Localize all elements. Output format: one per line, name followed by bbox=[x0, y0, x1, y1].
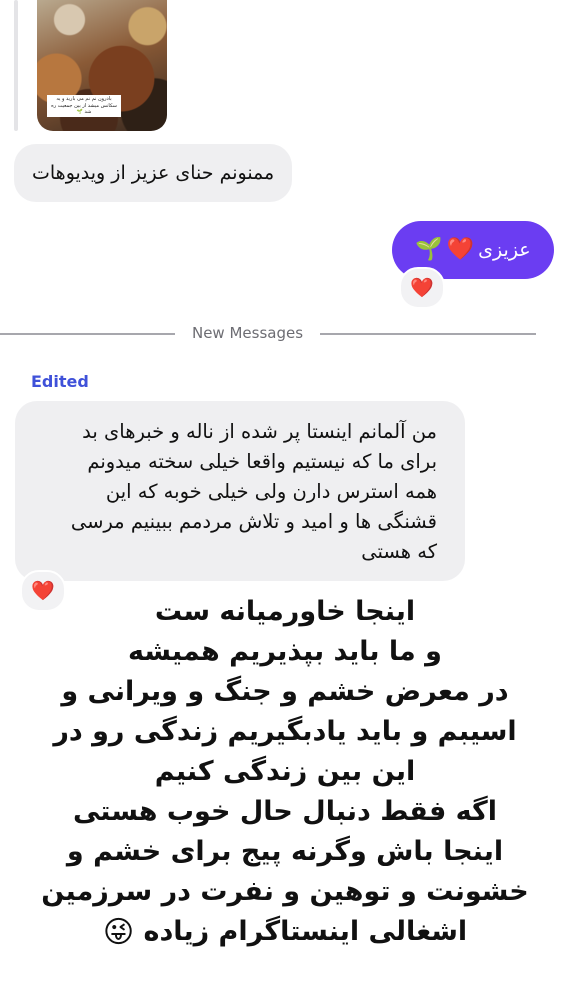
edited-label[interactable]: Edited bbox=[31, 372, 89, 391]
overlay-caption-text: اینجا خاورمیانه ست و ما باید بپذیریم همی… bbox=[10, 592, 560, 952]
heart-reaction-icon[interactable]: ❤️ bbox=[399, 267, 445, 309]
divider-line-left bbox=[0, 333, 175, 335]
overlay-line-last: اشغالی اینستاگرام زیاده 😜 bbox=[10, 912, 560, 952]
message-line: برای ما که نیستیم واقعا خیلی سخته میدونم bbox=[87, 450, 437, 473]
overlay-line: و ما باید بپذیریم همیشه bbox=[128, 636, 442, 667]
overlay-line: این بین زندگی کنیم bbox=[154, 756, 416, 787]
overlay-line: اینجا خاورمیانه ست bbox=[154, 596, 416, 627]
message-text: ممنونم حنای عزیز از ویدیوهات bbox=[32, 162, 275, 184]
overlay-line: اینجا باش وگرنه پیج برای خشم و bbox=[66, 836, 504, 867]
message-line: من آلمانم اینستا پر شده از ناله و خبرهای… bbox=[82, 420, 437, 443]
shared-video-thumbnail[interactable]: بادرون نم نم می بارید و یه سکانس میشد از… bbox=[37, 0, 167, 131]
message-line: که هستی bbox=[361, 540, 437, 563]
message-text: عزیزی bbox=[478, 239, 531, 261]
message-line: قشنگی ها و امید و تلاش مردمم ببینیم مرسی bbox=[70, 510, 437, 533]
overlay-line: خشونت و توهین و نفرت در سرزمین bbox=[41, 876, 529, 907]
new-messages-divider: New Messages bbox=[0, 318, 563, 350]
seedling-emoji: 🌱 bbox=[415, 237, 443, 262]
incoming-message-bubble[interactable]: من آلمانم اینستا پر شده از ناله و خبرهای… bbox=[15, 401, 465, 581]
overlay-line: در معرض خشم و جنگ و ویرانی و bbox=[61, 676, 509, 707]
message-line: همه استرس دارن ولی خیلی خوبه که این bbox=[105, 480, 437, 503]
red-heart-emoji: ❤️ bbox=[446, 237, 475, 262]
divider-line-right bbox=[320, 333, 536, 335]
reply-quote-bar bbox=[14, 0, 18, 131]
new-messages-label: New Messages bbox=[191, 324, 304, 342]
overlay-line: اگه فقط دنبال حال خوب هستی bbox=[72, 796, 497, 827]
winking-face-emoji: 😜 bbox=[102, 914, 135, 950]
overlay-line: اسیبم و باید یادبگیریم زندگی رو در bbox=[53, 716, 517, 747]
thumbnail-caption: بادرون نم نم می بارید و یه سکانس میشد از… bbox=[47, 95, 121, 117]
overlay-line-text: اشغالی اینستاگرام زیاده bbox=[143, 916, 468, 947]
incoming-message-bubble[interactable]: ممنونم حنای عزیز از ویدیوهات bbox=[14, 144, 293, 202]
